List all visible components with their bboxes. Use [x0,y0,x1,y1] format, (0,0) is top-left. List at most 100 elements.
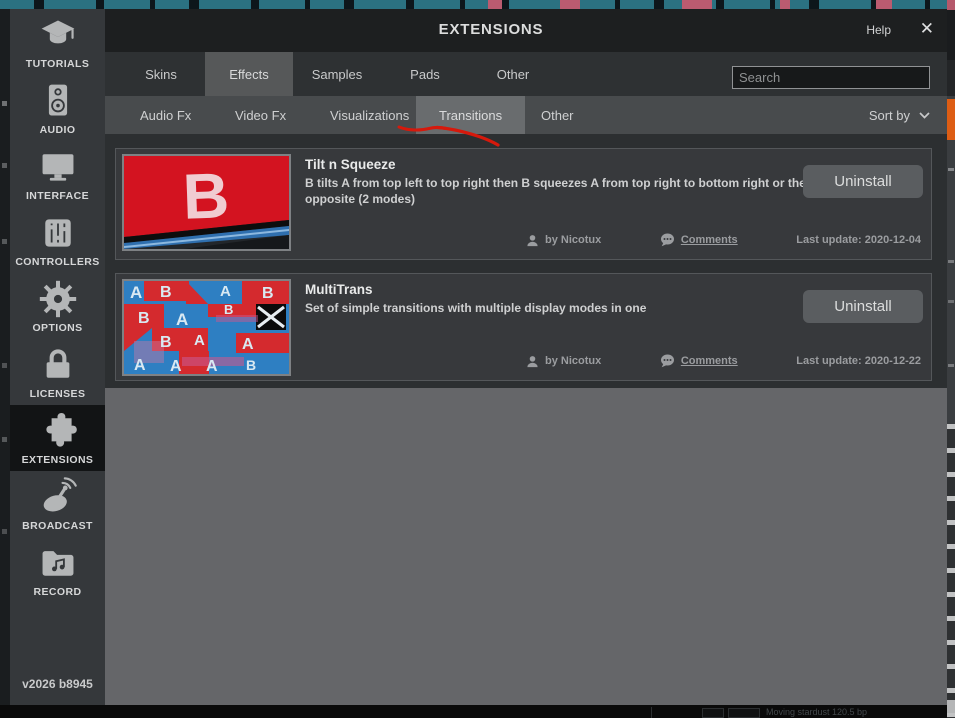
secondary-tab-bar: Audio Fx Video Fx Visualizations Transit… [105,96,947,134]
sort-by-dropdown[interactable]: Sort by [869,96,930,134]
sidebar-item-tutorials[interactable]: TUTORIALS [10,9,105,75]
sidebar-item-label: RECORD [34,586,82,598]
sidebar-item-broadcast[interactable]: BROADCAST [10,471,105,537]
extension-last-update: Last update: 2020-12-04 [796,234,921,246]
graduation-cap-icon [38,15,78,55]
background-bottom-edge: Moving stardust 120.5 bp [0,705,947,718]
extension-thumbnail: A B A B B A B B A A A A A [122,279,291,376]
tab-samples[interactable]: Samples [293,52,381,96]
tab-video-fx[interactable]: Video Fx [212,96,309,134]
tab-skins[interactable]: Skins [117,52,205,96]
user-icon [526,355,539,368]
app-version: v2026 b8945 [10,677,105,691]
tab-effects[interactable]: Effects [205,52,293,96]
background-block [947,60,955,96]
sidebar-item-interface[interactable]: INTERFACE [10,141,105,207]
uninstall-button[interactable]: Uninstall [803,165,923,198]
sidebar-item-extensions[interactable]: EXTENSIONS [10,405,105,471]
comment-bubble-icon [660,354,675,368]
sidebar-item-label: TUTORIALS [26,58,90,70]
waveform-pink-segment [876,0,892,9]
sidebar-item-label: INTERFACE [26,190,89,202]
speaker-icon [38,81,78,121]
background-specks [2,101,7,106]
background-right-edge [947,0,955,718]
tab-other[interactable]: Other [469,52,557,96]
extension-description: Set of simple transitions with multiple … [305,301,810,317]
chevron-down-icon [919,112,930,119]
svg-text:B: B [262,285,274,302]
mixer-sliders-icon [38,213,78,253]
background-left-edge [0,9,10,707]
background-track-title: Moving stardust 120.5 bp [766,707,867,717]
background-box [728,708,760,718]
tab-pads[interactable]: Pads [381,52,469,96]
comments-link[interactable]: Comments [681,234,738,246]
waveform-pink-segment [780,0,790,9]
extension-thumbnail: B [122,154,291,251]
dialog-header: EXTENSIONS Help ✕ [105,9,947,52]
author-label: by Nicotux [545,234,601,246]
sidebar-item-licenses[interactable]: LICENSES [10,339,105,405]
tab-other-fx[interactable]: Other [518,96,597,134]
uninstall-button[interactable]: Uninstall [803,290,923,323]
empty-content-area [105,388,947,705]
background-box [702,708,724,718]
background-tracklist-rows [947,424,955,718]
svg-text:B: B [160,284,172,301]
puzzle-piece-icon [38,411,78,451]
close-icon[interactable]: ✕ [920,19,934,39]
help-button[interactable]: Help [866,23,891,37]
sidebar-item-controllers[interactable]: CONTROLLERS [10,207,105,273]
background-block [947,0,955,10]
background-waveform-strip [0,0,955,9]
sort-by-label: Sort by [869,108,910,123]
svg-text:A: A [220,283,231,300]
svg-text:B: B [160,334,172,351]
gear-icon [38,279,78,319]
extension-card-tilt-n-squeeze: B Tilt n Squeeze B tilts A from top left… [115,148,932,260]
waveform-pink-segment [682,0,712,9]
tab-visualizations[interactable]: Visualizations [307,96,432,134]
background-marks [948,168,954,171]
waveform-pink-segment [560,0,580,9]
extension-description: B tilts A from top left to top right the… [305,176,810,207]
primary-tab-bar: Skins Effects Samples Pads Other [105,52,947,96]
sidebar-item-label: BROADCAST [22,520,93,532]
sidebar-item-label: EXTENSIONS [22,454,94,466]
sidebar-item-record[interactable]: RECORD [10,537,105,603]
extension-comments: Comments [660,233,738,247]
lock-icon [38,345,78,385]
tab-audio-fx[interactable]: Audio Fx [117,96,214,134]
sidebar-item-label: OPTIONS [32,322,82,334]
monitor-icon [38,147,78,187]
svg-text:A: A [176,310,188,329]
author-label: by Nicotux [545,355,601,367]
tilt-n-squeeze-preview: B [124,156,289,249]
background-divider [651,707,652,718]
search-input[interactable] [732,66,930,89]
extension-meta: by Nicotux Comments Last update: 2020-12… [526,233,921,247]
screen: Moving stardust 120.5 bp TUTORIALS AUDIO [0,0,955,718]
svg-text:B: B [182,159,231,233]
svg-text:A: A [242,336,254,353]
svg-text:A: A [134,357,146,374]
extension-comments: Comments [660,354,738,368]
sidebar-item-label: LICENSES [30,388,86,400]
comments-link[interactable]: Comments [681,355,738,367]
svg-text:B: B [224,302,233,317]
svg-text:A: A [130,283,142,302]
sidebar-item-options[interactable]: OPTIONS [10,273,105,339]
extension-card-multitrans: A B A B B A B B A A A A A [115,273,932,381]
extension-author: by Nicotux [526,234,601,247]
extension-title: Tilt n Squeeze [305,157,396,172]
sidebar-item-audio[interactable]: AUDIO [10,75,105,141]
extension-author: by Nicotux [526,355,601,368]
tab-transitions[interactable]: Transitions [416,96,525,134]
multitrans-preview: A B A B B A B B A A A A A [124,281,289,374]
svg-text:A: A [170,358,182,374]
svg-text:B: B [138,310,150,327]
extension-title: MultiTrans [305,282,373,297]
extension-list: B Tilt n Squeeze B tilts A from top left… [105,134,947,388]
user-icon [526,234,539,247]
